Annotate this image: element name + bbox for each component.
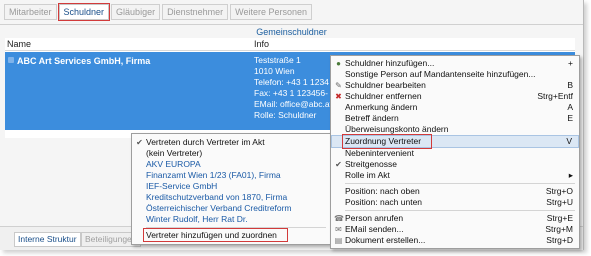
- menu-item-sonstige-person[interactable]: Sonstige Person auf Mandantenseite hinzu…: [331, 69, 579, 80]
- row-info: Teststraße 1 1010 Wien Telefon: +43 1 12…: [254, 55, 334, 121]
- menu-separator: [345, 183, 575, 184]
- menu-item-betreff-aendern[interactable]: Betreff ändern E: [331, 113, 579, 124]
- checkmark-icon: ✔: [136, 138, 143, 147]
- vertreter-submenu: ✔ Vertreten durch Vertreter im Akt (kein…: [131, 133, 331, 245]
- person-icon: [8, 57, 14, 63]
- menu-item-anmerkung-aendern[interactable]: Anmerkung ändern A: [331, 102, 579, 113]
- table-header: Name Info: [5, 38, 575, 51]
- menu-item-ueberweisungskonto[interactable]: Überweisungskonto ändern: [331, 124, 579, 135]
- info-line: EMail: office@abc.at: [254, 99, 332, 109]
- menu-item-creditreform[interactable]: Österreichischer Verband Creditreform: [132, 203, 330, 214]
- info-line: Teststraße 1: [254, 55, 301, 65]
- menu-item-akv-europa[interactable]: AKV EUROPA: [132, 159, 330, 170]
- menu-item-vertreten-durch[interactable]: ✔ Vertreten durch Vertreter im Akt: [132, 137, 330, 148]
- menu-item-rolle-im-akt[interactable]: Rolle im Akt ▸: [331, 170, 579, 181]
- tab-schuldner[interactable]: Schuldner: [58, 4, 110, 20]
- menu-item-dokument-erstellen[interactable]: ▤ Dokument erstellen... Strg+D: [331, 235, 579, 246]
- menu-item-schuldner-hinzufuegen[interactable]: ● Schuldner hinzufügen... +: [331, 58, 579, 69]
- edit-icon: ✎: [335, 81, 342, 90]
- context-menu: ● Schuldner hinzufügen... + Sonstige Per…: [330, 55, 580, 249]
- check-icon: ✔: [335, 160, 342, 169]
- group-caption: Gemeinschuldner: [256, 27, 327, 37]
- phone-icon: ☎: [334, 214, 344, 223]
- row-name: ABC Art Services GmbH, Firma: [17, 56, 151, 66]
- menu-separator: [146, 227, 326, 228]
- menu-item-person-anrufen[interactable]: ☎ Person anrufen Strg+E: [331, 213, 579, 224]
- menu-separator: [345, 210, 575, 211]
- tab-mitarbeiter[interactable]: Mitarbeiter: [4, 4, 57, 20]
- menu-item-email-senden[interactable]: ✉ EMail senden... Strg+M: [331, 224, 579, 235]
- menu-item-winter-rudolf[interactable]: Winter Rudolf, Herr Rat Dr.: [132, 214, 330, 225]
- menu-item-ief-service[interactable]: IEF-Service GmbH: [132, 181, 330, 192]
- info-line: Rolle: Schuldner: [254, 110, 317, 120]
- column-header-info[interactable]: Info: [254, 38, 269, 50]
- info-line: Fax: +43 1 123456-: [254, 88, 328, 98]
- tab-strip: Mitarbeiter Schuldner Gläubiger Dienstne…: [4, 4, 314, 22]
- menu-item-streitgenosse[interactable]: ✔ Streitgenosse: [331, 159, 579, 170]
- tab-glaeubiger[interactable]: Gläubiger: [111, 4, 161, 20]
- menu-item-schuldner-entfernen[interactable]: ✖ Schuldner entfernen Strg+Entf: [331, 91, 579, 102]
- tab-divider: [0, 24, 583, 25]
- submenu-arrow-icon: ▸: [568, 170, 573, 180]
- mail-icon: ✉: [335, 225, 342, 234]
- menu-item-vertreter-hinzufuegen[interactable]: Vertreter hinzufügen und zuordnen: [132, 230, 330, 241]
- document-icon: ▤: [334, 236, 343, 245]
- tab-weitere-personen[interactable]: Weitere Personen: [230, 4, 312, 20]
- delete-icon: ✖: [335, 92, 342, 101]
- menu-item-zuordnung-vertreter[interactable]: Zuordnung Vertreter V: [331, 135, 579, 148]
- menu-item-finanzamt[interactable]: Finanzamt Wien 1/23 (FA01), Firma: [132, 170, 330, 181]
- tab-interne-struktur[interactable]: Interne Struktur: [14, 232, 81, 247]
- menu-item-position-nach-unten[interactable]: Position: nach unten Strg+U: [331, 197, 579, 208]
- menu-item-nebenintervenient[interactable]: Nebenintervenient: [331, 148, 579, 159]
- menu-item-kein-vertreter[interactable]: (kein Vertreter): [132, 148, 330, 159]
- column-header-name[interactable]: Name: [7, 38, 31, 50]
- menu-item-schuldner-bearbeiten[interactable]: ✎ Schuldner bearbeiten B: [331, 80, 579, 91]
- info-line: 1010 Wien: [254, 66, 295, 76]
- menu-item-position-nach-oben[interactable]: Position: nach oben Strg+O: [331, 186, 579, 197]
- menu-item-ksv[interactable]: Kreditschutzverband von 1870, Firma: [132, 192, 330, 203]
- user-add-icon: ●: [336, 59, 341, 68]
- tab-dienstnehmer[interactable]: Dienstnehmer: [162, 4, 229, 20]
- info-line: Telefon: +43 1 1234: [254, 77, 329, 87]
